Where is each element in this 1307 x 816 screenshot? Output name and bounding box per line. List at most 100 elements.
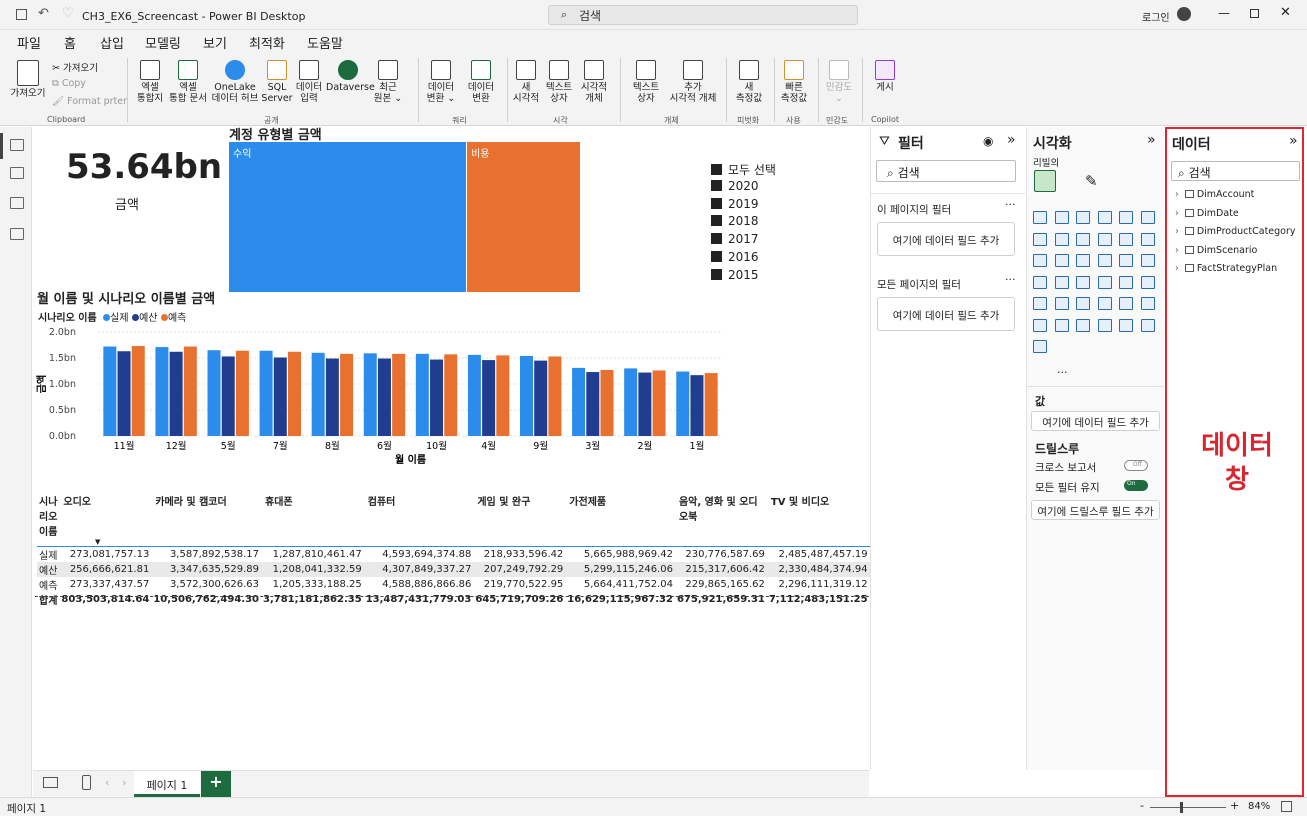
visual-type-icon[interactable] xyxy=(1119,254,1133,267)
visual-type-icon[interactable] xyxy=(1097,232,1112,246)
bar-예산-9월[interactable] xyxy=(534,360,548,436)
visual-type-icon[interactable] xyxy=(1033,232,1047,246)
matrix-column-header[interactable]: 시나리오 이름 xyxy=(37,493,59,538)
visual-type-icon[interactable] xyxy=(1033,318,1047,332)
visual-type-icon[interactable] xyxy=(1033,297,1047,310)
visual-type-icon[interactable] xyxy=(1054,211,1069,224)
more-visuals-button[interactable]: 시각적 개체 xyxy=(576,60,612,104)
menu-view[interactable]: 보기 xyxy=(203,33,227,52)
bar-예측-7월[interactable] xyxy=(287,351,301,436)
sensitivity-button[interactable]: 민감도 ⌄ xyxy=(821,60,857,104)
sql-server-button[interactable]: SQL Server xyxy=(261,60,293,104)
bar-예산-7월[interactable] xyxy=(273,357,287,436)
menu-home[interactable]: 홈 xyxy=(64,33,76,56)
menu-file[interactable]: 파일 xyxy=(17,33,41,52)
add-visual-button[interactable]: 추가 시각적 개체 xyxy=(666,60,720,104)
slicer-checkbox[interactable] xyxy=(711,179,722,191)
slicer-item[interactable]: 2019 xyxy=(711,197,759,211)
bar-실제-8월[interactable] xyxy=(311,352,325,436)
add-field-all-pages[interactable]: 여기에 데이터 필드 추가 xyxy=(877,297,1015,331)
bar-실제-5월[interactable] xyxy=(207,350,221,436)
cut-button[interactable]: ✂ 가져오기 xyxy=(52,60,98,74)
dataverse-button[interactable]: Dataverse xyxy=(326,60,375,93)
more-icon[interactable]: ··· xyxy=(1005,273,1016,286)
zoom-slider[interactable] xyxy=(1150,807,1226,808)
treemap-block-cost[interactable]: 비용 xyxy=(467,142,580,292)
bar-실제-10월[interactable] xyxy=(415,353,429,436)
zoom-slider-thumb[interactable] xyxy=(1180,802,1183,813)
visual-type-icon[interactable] xyxy=(1054,275,1069,289)
matrix-column-header[interactable]: 음악, 영화 및 오디오북 xyxy=(675,493,767,538)
collapse-icon[interactable]: » xyxy=(1007,132,1016,148)
maximize-icon[interactable] xyxy=(1250,9,1259,18)
bar-예측-8월[interactable] xyxy=(340,353,354,436)
model-view-icon[interactable] xyxy=(10,197,24,209)
matrix-column-header[interactable]: 카메라 및 캠코더 xyxy=(151,493,261,538)
search-input[interactable]: ⌕ 검색 xyxy=(548,5,858,25)
enter-data-button[interactable]: 데이터 입력 xyxy=(293,60,325,104)
format-visual-icon[interactable]: ✎ xyxy=(1085,172,1098,190)
visual-type-icon[interactable] xyxy=(1140,275,1155,289)
slicer-checkbox[interactable] xyxy=(711,215,722,227)
visual-type-icon[interactable] xyxy=(1097,297,1112,310)
bar-실제-3월[interactable] xyxy=(572,367,586,436)
cross-report-toggle[interactable]: Off xyxy=(1124,460,1148,471)
menu-insert[interactable]: 삽입 xyxy=(100,33,124,52)
add-values-field[interactable]: 여기에 데이터 필드 추가 xyxy=(1031,411,1160,431)
kpi-card[interactable]: 53.64bn 금액 xyxy=(33,137,223,237)
slicer-item[interactable]: 2018 xyxy=(711,214,759,228)
data-table-item[interactable]: › DimProductCategory xyxy=(1175,226,1296,237)
slicer-item[interactable]: 2016 xyxy=(711,250,759,264)
visual-type-icon[interactable] xyxy=(1119,211,1133,224)
matrix-column-header[interactable]: 게임 및 완구 xyxy=(473,493,565,538)
data-table-item[interactable]: › DimScenario xyxy=(1175,245,1257,256)
data-table-item[interactable]: › DimDate xyxy=(1175,208,1239,219)
matrix-visual[interactable]: 시나리오 이름 오디오 카메라 및 캠코더 휴대폰 컴퓨터 게임 및 완구 가전제품 음악, … xyxy=(37,493,870,607)
mobile-layout-icon[interactable] xyxy=(82,775,91,790)
desktop-layout-icon[interactable] xyxy=(43,777,58,788)
bar-예산-6월[interactable] xyxy=(377,358,391,436)
bar-예산-4월[interactable] xyxy=(482,360,496,436)
more-icon[interactable]: ··· xyxy=(1005,198,1016,211)
bar-예측-1월[interactable] xyxy=(704,373,718,436)
table-row[interactable]: 예측 273,337,437.57 3,572,300,626.63 1,205,33… xyxy=(37,577,870,592)
visual-type-icon[interactable] xyxy=(1054,232,1069,246)
visual-type-icon[interactable] xyxy=(1033,275,1047,289)
excel-doc-button[interactable]: 엑셀 통합 문서 xyxy=(168,60,208,104)
slicer-item[interactable]: 2015 xyxy=(711,268,759,282)
table-view-icon[interactable] xyxy=(10,167,24,179)
chevron-right-icon[interactable]: › xyxy=(1175,245,1179,256)
save-icon[interactable] xyxy=(16,9,27,20)
slicer-checkbox[interactable] xyxy=(711,233,722,245)
close-icon[interactable]: ✕ xyxy=(1280,5,1291,20)
chevron-right-icon[interactable]: › xyxy=(1175,263,1179,274)
slicer-checkbox[interactable] xyxy=(711,251,722,262)
transform-data-button[interactable]: 데이터 변환 ⌄ xyxy=(422,60,460,104)
collapse-icon[interactable]: » xyxy=(1289,133,1298,149)
slicer-checkbox[interactable] xyxy=(711,164,722,175)
slicer-checkbox[interactable] xyxy=(711,197,722,209)
visual-type-icon[interactable] xyxy=(1076,211,1090,224)
visual-type-icon[interactable] xyxy=(1119,275,1133,289)
bar-예측-4월[interactable] xyxy=(496,355,510,436)
minimize-icon[interactable]: — xyxy=(1218,6,1230,20)
collapse-icon[interactable]: » xyxy=(1147,132,1156,148)
visual-type-icon[interactable] xyxy=(1076,275,1090,289)
chevron-right-icon[interactable]: › xyxy=(1175,226,1179,237)
visual-type-icon[interactable] xyxy=(1097,318,1112,332)
onelake-button[interactable]: OneLake 데이터 허브 xyxy=(209,60,261,104)
bar-실제-12월[interactable] xyxy=(155,347,169,436)
visual-type-icon[interactable] xyxy=(1033,340,1047,353)
data-search-input[interactable]: ⌕ 검색 xyxy=(1171,161,1300,181)
build-visual-icon[interactable] xyxy=(1034,170,1056,192)
slicer-checkbox[interactable] xyxy=(711,268,722,280)
bar-예측-2월[interactable] xyxy=(652,370,666,436)
prev-page-icon[interactable]: ‹ xyxy=(105,776,109,789)
bar-실제-6월[interactable] xyxy=(363,353,377,436)
recent-sources-button[interactable]: 최근 원본 ⌄ xyxy=(370,60,406,104)
treemap-visual[interactable]: 계정 유형별 금액 수익 비용 xyxy=(229,127,589,293)
bar-예측-5월[interactable] xyxy=(235,350,249,436)
visual-type-icon[interactable] xyxy=(1119,318,1133,332)
page-tab-1[interactable]: 페이지 1 xyxy=(134,771,200,797)
visual-type-icon[interactable] xyxy=(1076,232,1090,246)
